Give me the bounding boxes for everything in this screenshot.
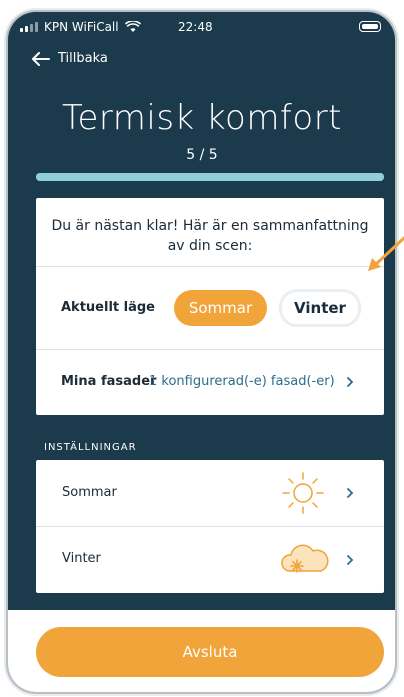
mode-label: Aktuellt läge xyxy=(61,300,155,315)
carrier-info: KPN WiFiCall xyxy=(20,20,141,34)
settings-list: Sommar Vinter xyxy=(36,460,384,593)
mode-option-summer[interactable]: Sommar xyxy=(174,290,267,326)
arrow-left-icon xyxy=(32,51,50,66)
finish-button[interactable]: Avsluta xyxy=(36,627,384,677)
carrier-name: KPN WiFiCall xyxy=(44,20,119,34)
annotation-arrow-icon xyxy=(368,236,404,271)
summary-card: Du är nästan klar! Här är en sammanfattn… xyxy=(36,198,384,415)
settings-item-label: Vinter xyxy=(62,551,101,566)
settings-item-winter[interactable]: Vinter xyxy=(36,527,384,593)
clock: 22:48 xyxy=(178,20,213,34)
settings-item-label: Sommar xyxy=(62,485,117,500)
facades-value-link[interactable]: 1 konfigurerad(-e) fasad(-er) xyxy=(149,374,335,389)
settings-section-title: INSTÄLLNINGAR xyxy=(44,442,137,453)
signal-icon xyxy=(20,22,38,32)
divider xyxy=(36,266,384,267)
settings-item-summer[interactable]: Sommar xyxy=(36,460,384,526)
summary-title: Du är nästan klar! Här är en sammanfattn… xyxy=(51,218,369,254)
chevron-right-icon[interactable] xyxy=(345,377,355,387)
sun-icon xyxy=(282,472,324,514)
step-indicator: 5 / 5 xyxy=(186,147,218,163)
mode-option-winter[interactable]: Vinter xyxy=(279,289,361,327)
divider xyxy=(36,349,384,350)
chevron-right-icon xyxy=(347,555,354,565)
status-bar: KPN WiFiCall 22:48 xyxy=(8,12,395,46)
back-label: Tillbaka xyxy=(58,51,108,66)
cloud-snow-icon xyxy=(281,544,329,573)
page-title: Termisk komfort xyxy=(61,98,343,138)
battery-icon xyxy=(359,21,381,32)
progress-fill xyxy=(36,173,384,181)
wifi-icon xyxy=(124,21,141,32)
chevron-right-icon xyxy=(347,488,354,498)
back-button[interactable]: Tillbaka xyxy=(32,51,108,66)
progress-bar xyxy=(36,173,384,181)
facades-label: Mina fasader xyxy=(61,374,157,389)
